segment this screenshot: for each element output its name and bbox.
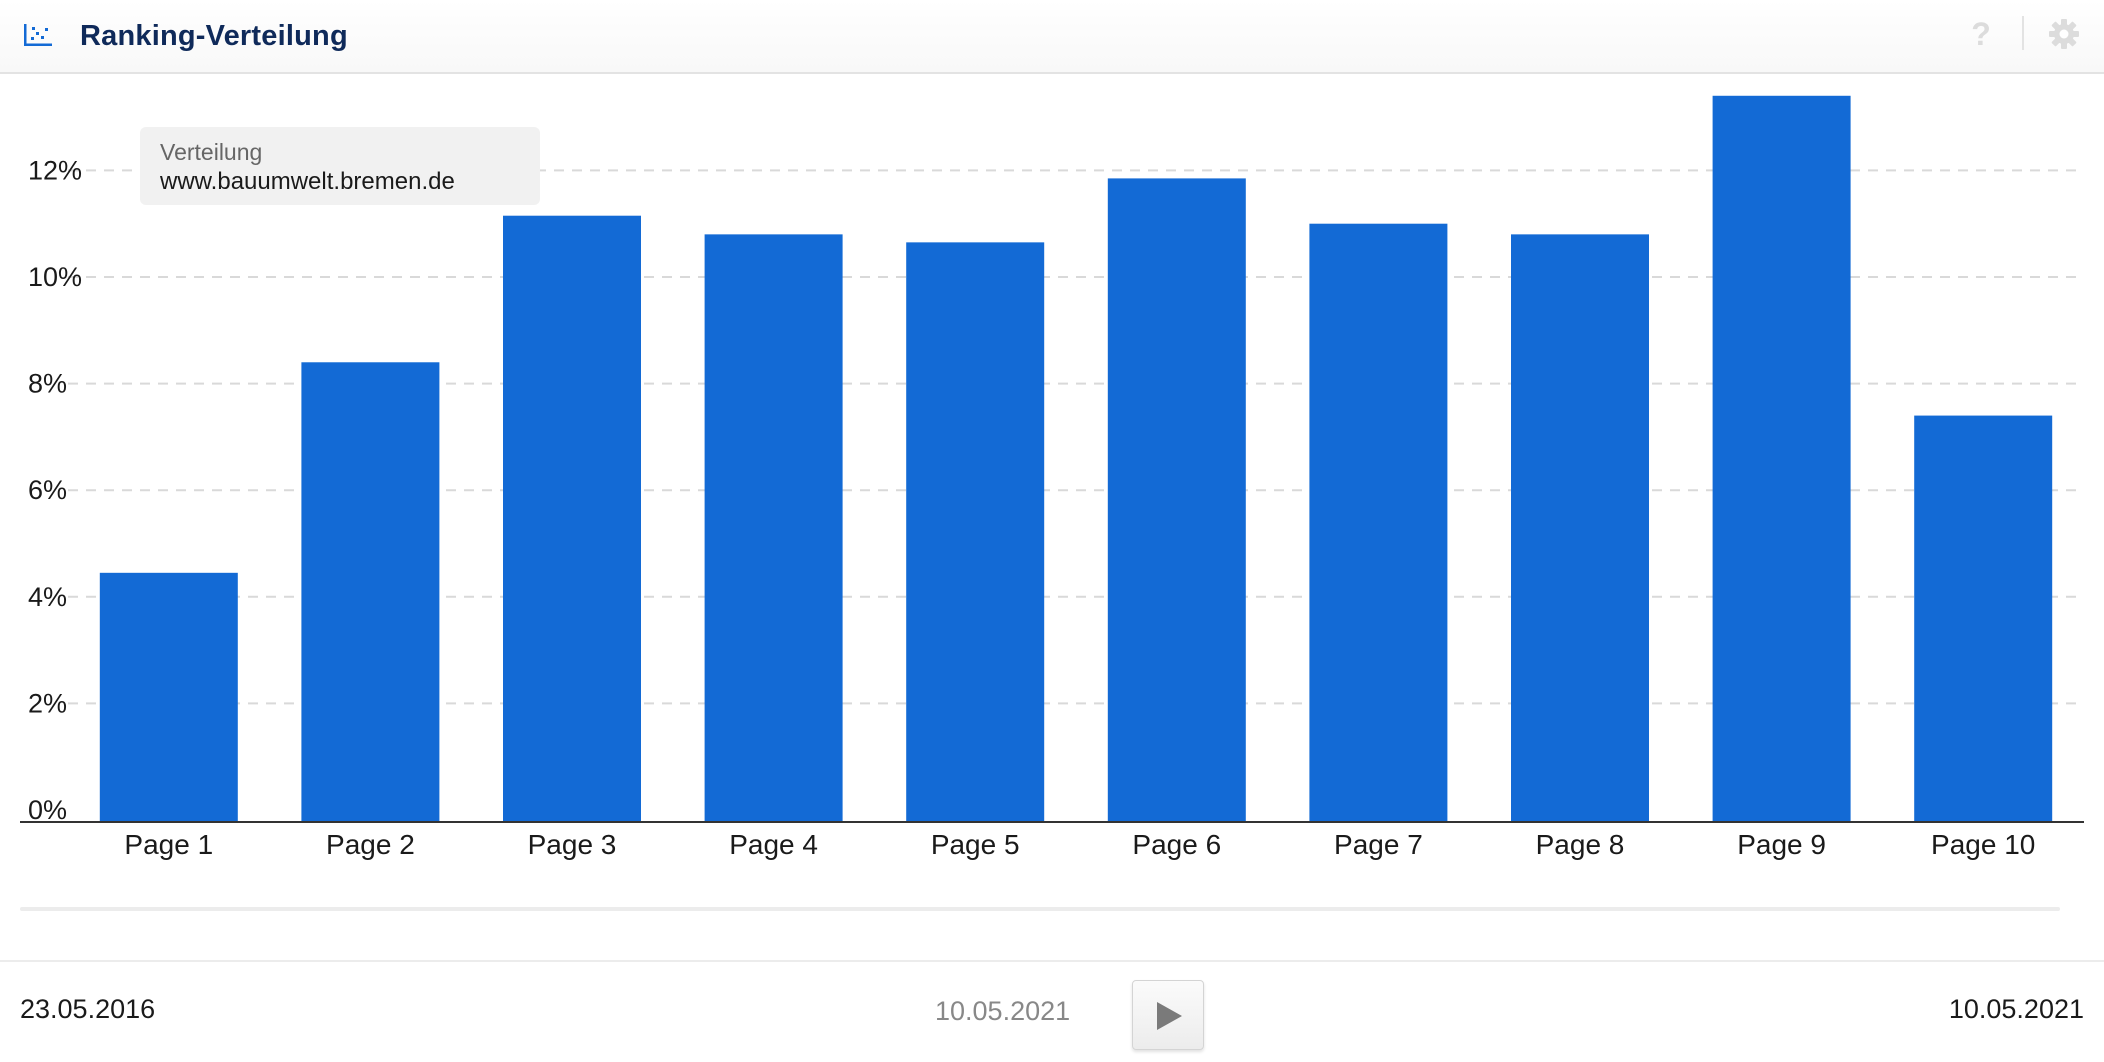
bar — [1309, 223, 1448, 822]
chart-tooltip: Verteilung www.bauumwelt.bremen.de — [140, 127, 540, 205]
y-tick-label: 4% — [28, 582, 67, 612]
bar — [906, 242, 1045, 823]
timeline-track[interactable] — [20, 907, 2060, 911]
x-tick-label: Page 4 — [729, 829, 818, 860]
bar — [99, 572, 238, 822]
ranking-distribution-widget: Ranking-Verteilung ? 0% 2% 4% 6% 8% 10% 12% Pag… — [0, 0, 2104, 1062]
y-tick-label: 0% — [28, 795, 67, 825]
x-tick-label: Page 9 — [1737, 829, 1826, 860]
y-tick-label: 6% — [28, 475, 67, 505]
timeline-footer: 23.05.2016 10.05.2021 10.05.2021 — [0, 960, 2104, 1062]
x-tick-label: Page 6 — [1132, 829, 1221, 860]
timeline-current-date: 10.05.2021 — [935, 996, 1071, 1026]
scatter-chart-icon — [24, 24, 52, 46]
x-tick-label: Page 3 — [528, 829, 617, 860]
gear-icon[interactable] — [2048, 18, 2080, 50]
timeline-end-date: 10.05.2021 — [1948, 994, 2084, 1024]
bar — [1712, 95, 1851, 822]
x-tick-label: Page 5 — [931, 829, 1020, 860]
y-tick-label: 10% — [28, 262, 82, 292]
widget-header: Ranking-Verteilung ? — [0, 0, 2104, 74]
play-icon — [1157, 1002, 1182, 1030]
bar — [1914, 415, 2053, 822]
question-mark-icon[interactable]: ? — [1966, 16, 1996, 52]
header-divider — [2022, 16, 2024, 50]
tooltip-domain: www.bauumwelt.bremen.de — [160, 168, 455, 195]
play-button[interactable] — [1132, 980, 1204, 1050]
bar — [1511, 234, 1649, 823]
y-tick-label: 8% — [28, 369, 67, 399]
bar — [704, 234, 843, 823]
y-tick-label: 2% — [28, 688, 67, 718]
bar — [301, 362, 440, 822]
timeline-start-date: 23.05.2016 — [20, 994, 156, 1024]
tooltip-label: Verteilung — [160, 139, 263, 165]
x-tick-label: Page 8 — [1536, 829, 1625, 860]
x-tick-label: Page 10 — [1931, 829, 2035, 860]
x-tick-label: Page 7 — [1334, 829, 1423, 860]
bar — [503, 215, 641, 822]
y-tick-label: 12% — [28, 155, 82, 185]
bar — [1107, 178, 1246, 822]
x-tick-label: Page 1 — [124, 829, 213, 860]
x-tick-label: Page 2 — [326, 829, 415, 860]
widget-title: Ranking-Verteilung — [80, 20, 348, 52]
